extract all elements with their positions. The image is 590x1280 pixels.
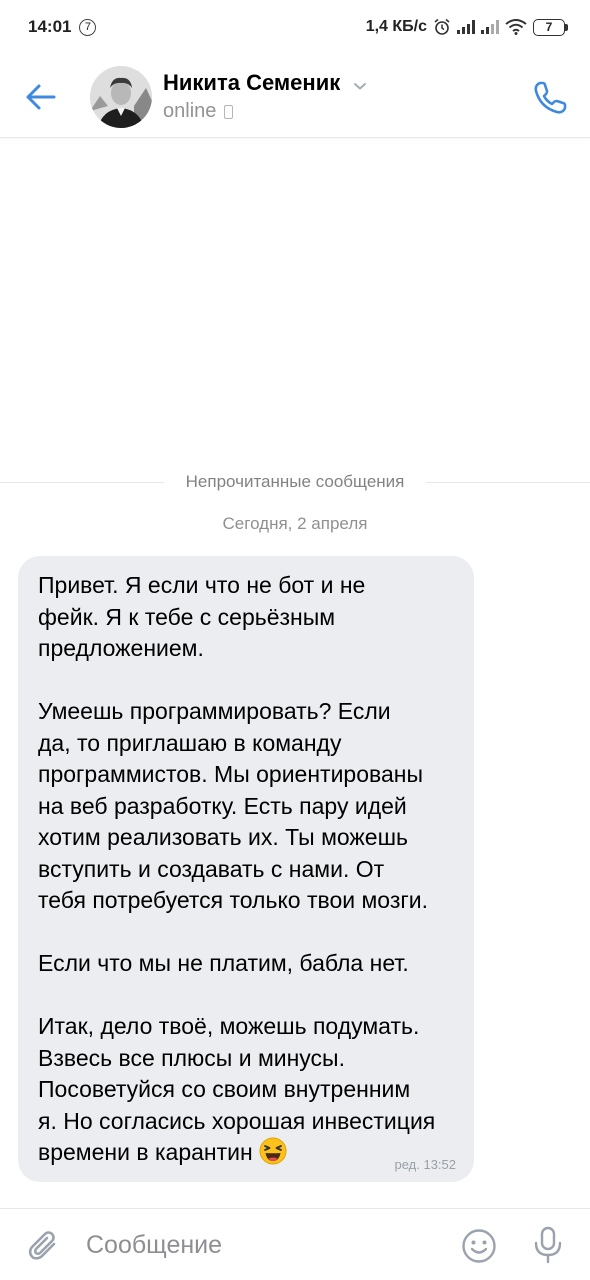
network-speed: 1,4 КБ/с <box>365 18 427 35</box>
status-indicators: 1,4 КБ/с 7 <box>366 18 568 36</box>
paperclip-icon[interactable] <box>24 1227 64 1267</box>
date-label: Сегодня, 2 апреля <box>222 514 368 533</box>
chat-header: Никита Семеник online <box>0 54 590 138</box>
unread-separator: Непрочитанные сообщения <box>0 470 590 494</box>
wifi-icon <box>505 19 527 35</box>
message-bubble[interactable]: Привет. Я если что не бот и не фейк. Я к… <box>18 556 474 1182</box>
signal-icon <box>457 20 475 34</box>
status-time: 14:01 <box>28 17 72 36</box>
back-arrow-icon[interactable] <box>24 80 58 114</box>
battery-level: 7 <box>533 18 565 36</box>
message-paragraph: Если что мы не платим, бабла нет. <box>38 950 409 976</box>
alarm-icon <box>434 18 450 35</box>
message-paragraph: Итак, дело твоё, можешь подумать. Взвесь… <box>38 1013 436 1165</box>
unread-separator-label: Непрочитанные сообщения <box>185 472 405 491</box>
chevron-down-icon <box>353 82 366 90</box>
avatar-photo <box>90 66 152 128</box>
avatar[interactable] <box>90 66 152 128</box>
signal-icon <box>481 20 499 34</box>
message-input-bar <box>0 1208 590 1280</box>
notification-count-badge: 7 <box>79 18 97 36</box>
divider <box>0 481 164 483</box>
divider <box>426 481 590 483</box>
smile-icon[interactable] <box>460 1227 498 1265</box>
chat-title[interactable]: Никита Семеник online <box>163 70 367 123</box>
mobile-icon <box>224 104 234 119</box>
message-paragraph-last: Итак, дело твоё, можешь подумать. Взвесь… <box>38 1011 458 1169</box>
online-status: online <box>163 100 217 122</box>
laughing-face-emoji <box>259 1137 287 1165</box>
message-paragraph: Умеешь программировать? Если да, то приг… <box>38 698 428 913</box>
contact-name: Никита Семеник <box>163 70 341 95</box>
message-paragraph: Привет. Я если что не бот и не фейк. Я к… <box>38 572 366 661</box>
microphone-icon[interactable] <box>530 1225 566 1265</box>
status-bar: 14:01 7 1,4 КБ/с 7 <box>0 0 590 54</box>
message-input[interactable] <box>86 1225 426 1265</box>
edited-timestamp: ред. 13:52 <box>394 1157 456 1172</box>
phone-icon[interactable] <box>530 78 570 118</box>
battery-icon: 7 <box>533 18 568 36</box>
